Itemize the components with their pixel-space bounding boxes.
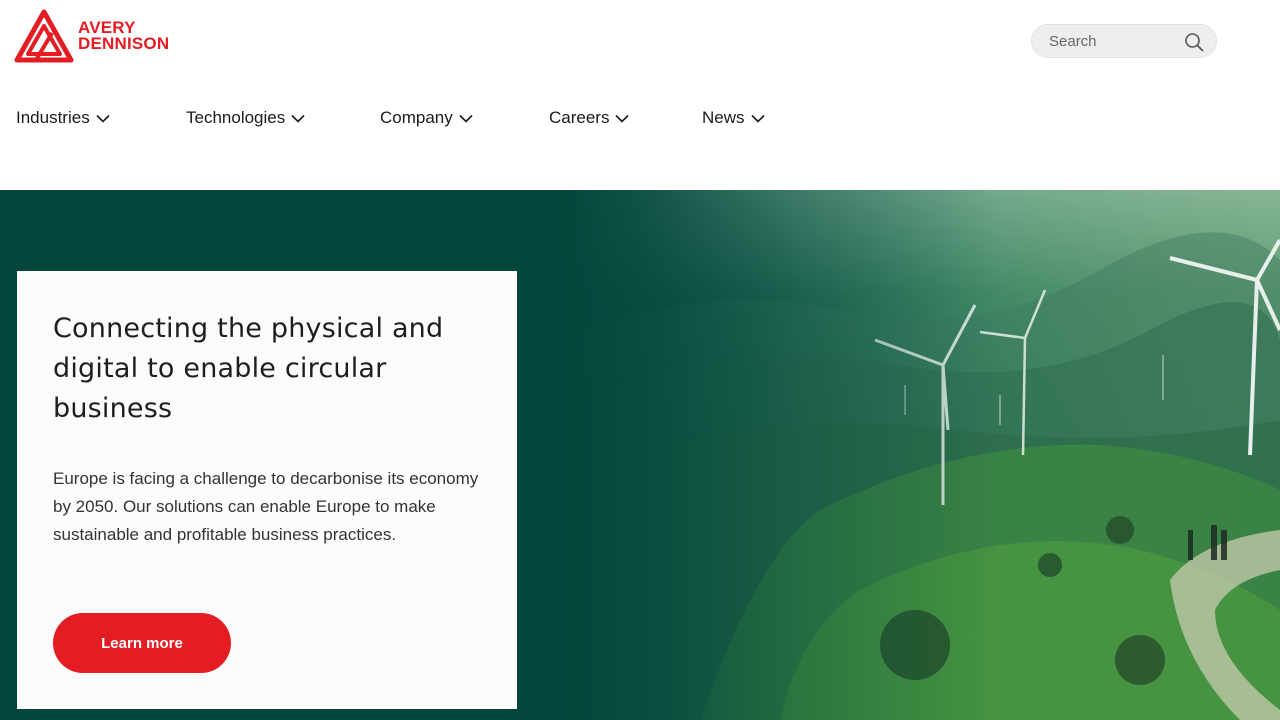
chevron-down-icon [291,114,305,123]
chevron-down-icon [459,114,473,123]
brand-line-2: DENNISON [78,34,170,53]
hero-title: Connecting the physical and digital to e… [53,313,444,424]
hero-card: Connecting the physical and digital to e… [17,271,517,709]
nav-item-company[interactable]: Company [380,108,473,128]
hero-body: Europe is facing a challenge to decarbon… [53,469,479,544]
brand-logo[interactable]: AVERY DENNISON [14,8,184,64]
nav-item-label: Careers [549,108,610,127]
nav-item-label: Technologies [186,108,286,127]
site-header: AVERY DENNISON Industries Technologies C… [0,0,1280,190]
nav-item-industries[interactable]: Industries [16,108,110,128]
chevron-down-icon [750,114,765,123]
nav-item-label: Company [380,108,453,127]
search-icon[interactable] [1184,32,1204,52]
chevron-down-icon [96,114,110,123]
hero-banner: Connecting the physical and digital to e… [0,190,1280,720]
search-input[interactable] [1049,32,1189,50]
nav-item-careers[interactable]: Careers [549,108,630,128]
brand-wordmark: AVERY DENNISON [78,19,170,53]
search-box [1031,24,1217,58]
nav-item-label: Industries [16,108,90,127]
nav-item-news[interactable]: News [702,108,765,128]
nav-item-label: News [702,108,745,127]
avery-dennison-logo-icon [14,9,74,63]
learn-more-button[interactable]: Learn more [53,613,231,673]
nav-item-technologies[interactable]: Technologies [186,108,305,128]
chevron-down-icon [615,114,630,123]
